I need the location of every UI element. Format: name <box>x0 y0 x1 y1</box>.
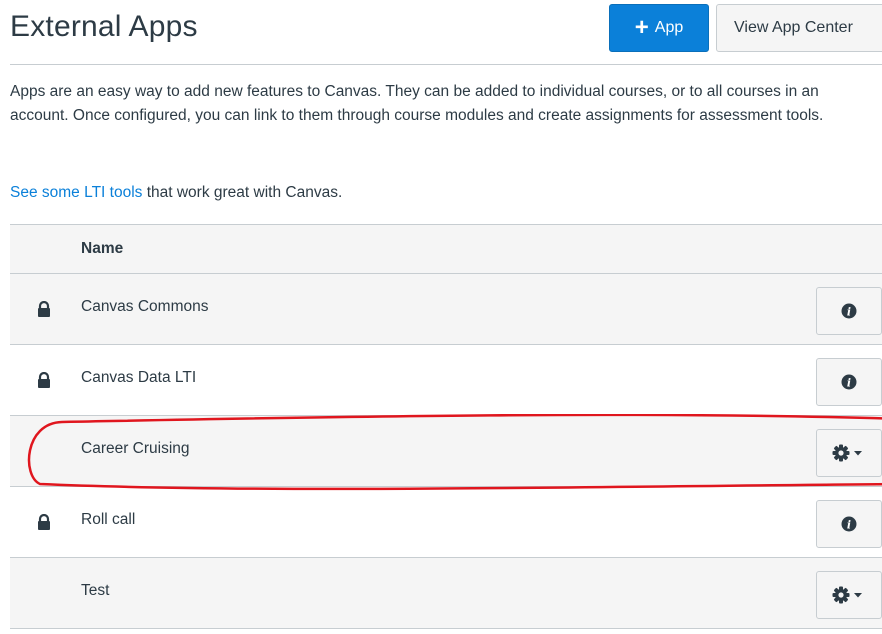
table-row: Career Cruising <box>10 416 882 487</box>
add-app-button[interactable]: + App <box>609 4 709 52</box>
gear-icon <box>832 444 862 462</box>
table-row: Test <box>10 558 882 629</box>
plus-icon: + <box>634 14 649 41</box>
lock-icon <box>38 514 50 530</box>
apps-table: Name Canvas Commons i Canvas Data LTI i … <box>10 224 882 629</box>
header-divider <box>10 64 882 65</box>
svg-text:i: i <box>847 376 851 389</box>
page-title: External Apps <box>10 10 198 43</box>
column-header-name: Name <box>81 240 124 257</box>
lti-tools-text: that work great with Canvas. <box>142 184 343 201</box>
app-name: Roll call <box>81 511 136 528</box>
app-info-button[interactable]: i <box>816 500 882 548</box>
apps-description: Apps are an easy way to add new features… <box>10 83 824 124</box>
app-name: Canvas Commons <box>81 298 209 315</box>
view-app-center-button[interactable]: View App Center <box>716 4 882 52</box>
add-app-label: App <box>654 19 684 36</box>
table-row: Canvas Data LTI i <box>10 345 882 416</box>
app-info-button[interactable]: i <box>816 358 882 406</box>
gear-icon <box>832 586 862 604</box>
info-icon: i <box>841 374 857 390</box>
info-icon: i <box>841 516 857 532</box>
app-settings-button[interactable] <box>816 429 882 477</box>
app-name: Canvas Data LTI <box>81 369 197 386</box>
lti-tools-line: See some LTI tools that work great with … <box>10 184 342 202</box>
table-header-row: Name <box>10 224 882 274</box>
info-icon: i <box>841 303 857 319</box>
lock-icon <box>38 301 50 317</box>
table-row: Roll call i <box>10 487 882 558</box>
svg-text:i: i <box>847 305 851 318</box>
app-settings-button[interactable] <box>816 571 882 619</box>
app-name: Career Cruising <box>81 440 190 457</box>
lti-tools-link[interactable]: See some LTI tools <box>10 184 142 201</box>
table-row: Canvas Commons i <box>10 274 882 345</box>
lock-icon <box>38 372 50 388</box>
app-info-button[interactable]: i <box>816 287 882 335</box>
app-name: Test <box>81 582 110 599</box>
svg-text:i: i <box>847 518 851 531</box>
